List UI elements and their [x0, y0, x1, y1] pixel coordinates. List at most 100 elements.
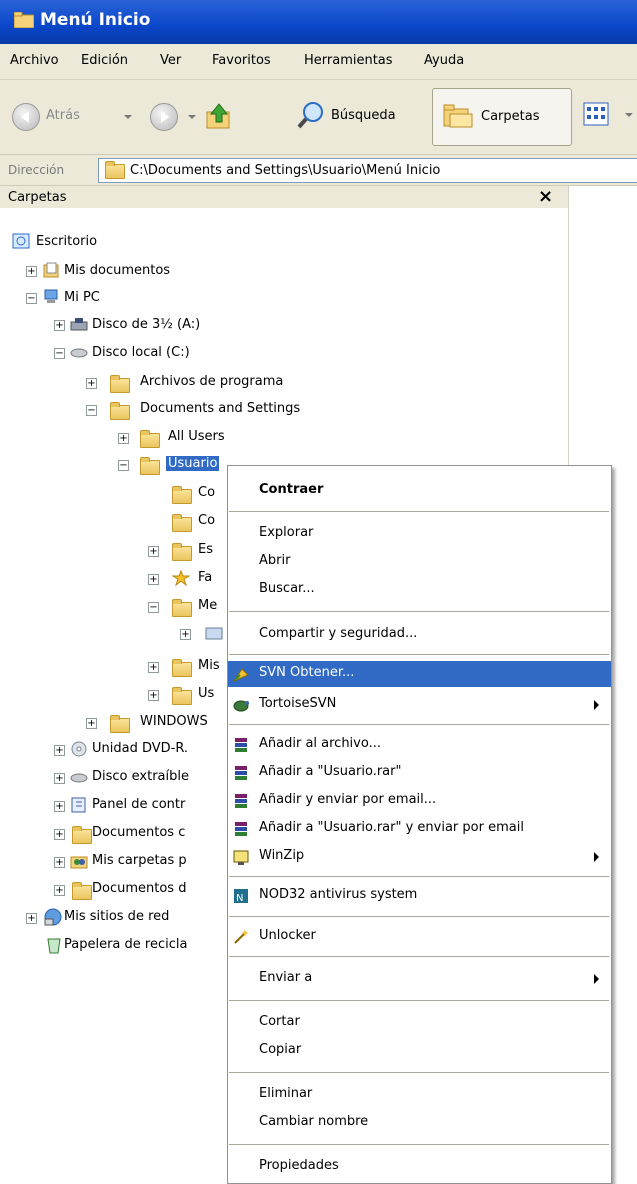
search-button-label[interactable]: Búsqueda: [331, 108, 396, 123]
menu-item-anadir-rar[interactable]: Añadir a "Usuario.rar": [228, 760, 611, 786]
submenu-arrow-icon: [594, 852, 599, 862]
menu-item-explorar[interactable]: Explorar: [228, 521, 611, 547]
tree-item-unidad-dvd[interactable]: Unidad DVD-R.: [92, 741, 188, 756]
tree-item-es[interactable]: Es: [198, 542, 213, 557]
tree-item-co-2[interactable]: Co: [198, 513, 215, 528]
menu-item-anadir-rar-email[interactable]: Añadir a "Usuario.rar" y enviar por emai…: [228, 816, 611, 842]
collapse-icon[interactable]: −: [26, 293, 37, 304]
tree-item-windows[interactable]: WINDOWS: [140, 714, 208, 729]
up-folder-icon[interactable]: [206, 102, 232, 130]
forward-icon[interactable]: [150, 103, 178, 131]
menu-item-label: Unlocker: [259, 928, 316, 943]
tree-item-disco-a[interactable]: Disco de 3½ (A:): [92, 317, 200, 332]
menu-item-eliminar[interactable]: Eliminar: [228, 1082, 611, 1108]
menu-item-compartir[interactable]: Compartir y seguridad...: [228, 622, 611, 648]
tree-item-papelera[interactable]: Papelera de recicla: [64, 937, 187, 952]
tree-item-mis[interactable]: Mis: [198, 658, 220, 673]
menu-item-cambiar-nombre[interactable]: Cambiar nombre: [228, 1110, 611, 1136]
folder-icon: [110, 375, 130, 393]
separator: [229, 611, 609, 612]
forward-dropdown-arrow[interactable]: [188, 115, 196, 119]
expand-icon[interactable]: +: [54, 801, 65, 812]
expand-icon[interactable]: +: [26, 913, 37, 924]
folder-icon: [105, 161, 125, 179]
expand-icon[interactable]: +: [86, 718, 97, 729]
menu-favoritos[interactable]: Favoritos: [212, 53, 271, 68]
tree-item-mis-sitios-de-red[interactable]: Mis sitios de red: [64, 909, 169, 924]
address-path[interactable]: C:\Documents and Settings\Usuario\Menú I…: [130, 163, 440, 178]
menu-item-winzip[interactable]: WinZip: [228, 844, 611, 870]
menu-item-propiedades[interactable]: Propiedades: [228, 1154, 611, 1180]
back-dropdown-arrow[interactable]: [124, 115, 132, 119]
tree-item-disco-extraible[interactable]: Disco extraíble: [92, 769, 189, 784]
expand-icon[interactable]: +: [54, 745, 65, 756]
menu-item-unlocker[interactable]: Unlocker: [228, 924, 611, 950]
tree-item-fa[interactable]: Fa: [198, 570, 212, 585]
menu-item-label: Añadir a "Usuario.rar": [259, 764, 402, 779]
expand-icon[interactable]: +: [148, 546, 159, 557]
folders-button[interactable]: Carpetas: [432, 88, 572, 146]
menu-item-abrir[interactable]: Abrir: [228, 549, 611, 575]
menu-item-copiar[interactable]: Copiar: [228, 1038, 611, 1064]
back-icon[interactable]: [12, 103, 40, 131]
svn-checkout-icon: [232, 665, 250, 683]
menu-ver[interactable]: Ver: [160, 53, 181, 68]
title-bar[interactable]: Menú Inicio: [0, 0, 637, 44]
expand-icon[interactable]: +: [54, 320, 65, 331]
expand-icon[interactable]: +: [148, 662, 159, 673]
expand-icon[interactable]: +: [118, 433, 129, 444]
menu-item-contraer[interactable]: Contraer: [228, 478, 611, 504]
tree-item-mi-pc[interactable]: Mi PC: [64, 290, 100, 305]
expand-icon[interactable]: +: [54, 829, 65, 840]
tree-item-disco-c[interactable]: Disco local (C:): [92, 345, 190, 360]
expand-icon[interactable]: +: [54, 885, 65, 896]
collapse-icon[interactable]: −: [118, 460, 129, 471]
tree-item-co-1[interactable]: Co: [198, 485, 215, 500]
menu-ayuda[interactable]: Ayuda: [424, 53, 464, 68]
tree-item-us[interactable]: Us: [198, 686, 214, 701]
menu-archivo[interactable]: Archivo: [10, 53, 59, 68]
expand-icon[interactable]: +: [148, 574, 159, 585]
menu-herramientas[interactable]: Herramientas: [304, 53, 393, 68]
expand-icon[interactable]: +: [54, 773, 65, 784]
menu-item-cortar[interactable]: Cortar: [228, 1010, 611, 1036]
floppy-icon: [70, 316, 88, 332]
tree-item-escritorio[interactable]: Escritorio: [36, 234, 97, 249]
menu-item-anadir-email[interactable]: Añadir y enviar por email...: [228, 788, 611, 814]
separator: [229, 1000, 609, 1001]
search-icon[interactable]: [296, 100, 326, 130]
close-icon[interactable]: ×: [538, 186, 553, 207]
tree-item-mis-documentos[interactable]: Mis documentos: [64, 263, 170, 278]
menu-item-label: Añadir a "Usuario.rar" y enviar por emai…: [259, 820, 524, 835]
collapse-icon[interactable]: −: [54, 348, 65, 359]
tree-item-documents-and-settings[interactable]: Documents and Settings: [140, 401, 300, 416]
expand-icon[interactable]: +: [26, 266, 37, 277]
separator: [229, 654, 609, 655]
tree-item-me[interactable]: Me: [198, 598, 217, 613]
expand-icon[interactable]: +: [180, 629, 191, 640]
tree-item-mis-carpetas[interactable]: Mis carpetas p: [92, 853, 187, 868]
expand-icon[interactable]: +: [54, 857, 65, 868]
views-dropdown-arrow[interactable]: [625, 113, 633, 117]
tree-item-documentos-d[interactable]: Documentos d: [92, 881, 186, 896]
tree-item-panel-de-control[interactable]: Panel de contr: [92, 797, 185, 812]
tree-item-documentos-compartidos[interactable]: Documentos c: [92, 825, 185, 840]
back-button-label[interactable]: Atrás: [46, 108, 80, 123]
views-icon[interactable]: [583, 102, 613, 128]
menu-edicion[interactable]: Edición: [81, 53, 128, 68]
menu-item-label: Enviar a: [259, 970, 313, 985]
menu-item-tortoisesvn[interactable]: TortoiseSVN: [228, 692, 611, 718]
expand-icon[interactable]: +: [86, 378, 97, 389]
tree-item-all-users[interactable]: All Users: [168, 429, 225, 444]
menu-item-anadir-archivo[interactable]: Añadir al archivo...: [228, 732, 611, 758]
collapse-icon[interactable]: −: [86, 405, 97, 416]
expand-icon[interactable]: +: [148, 690, 159, 701]
menu-item-enviar-a[interactable]: Enviar a: [228, 966, 611, 992]
submenu-arrow-icon: [594, 974, 599, 984]
collapse-icon[interactable]: −: [148, 602, 159, 613]
tree-item-usuario[interactable]: Usuario: [166, 456, 220, 471]
menu-item-svn-obtener[interactable]: SVN Obtener...: [228, 661, 611, 687]
tree-item-archivos-de-programa[interactable]: Archivos de programa: [140, 374, 283, 389]
menu-item-nod32[interactable]: N NOD32 antivirus system: [228, 883, 611, 909]
menu-item-buscar[interactable]: Buscar...: [228, 577, 611, 603]
